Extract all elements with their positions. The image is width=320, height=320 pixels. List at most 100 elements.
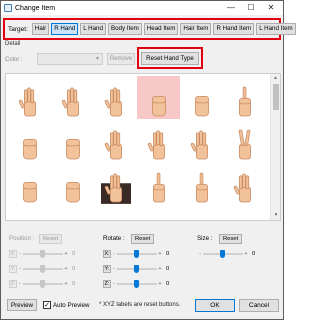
rotate-y-row: Y: - + 0: [103, 264, 169, 274]
target-label: Target:: [8, 25, 28, 33]
rotate-y-value: 0: [166, 266, 170, 272]
slider-knob[interactable]: [134, 265, 139, 273]
position-x-reset[interactable]: X:: [9, 250, 17, 258]
window-controls: — ☐ ✕: [221, 1, 281, 14]
rotate-label: Rotate :: [103, 235, 125, 242]
target-r-hand-item-button[interactable]: R Hand Item: [213, 23, 255, 35]
slider-knob[interactable]: [134, 280, 139, 288]
hand-type-cell[interactable]: [94, 162, 137, 205]
target-hair-button[interactable]: Hair: [31, 23, 50, 35]
hand-type-cell[interactable]: [137, 76, 180, 119]
rotate-x-row: X: - + 0: [103, 249, 169, 259]
hand-type-cell[interactable]: [180, 119, 223, 162]
slider-knob[interactable]: [40, 265, 45, 273]
hand-type-cell[interactable]: [8, 162, 51, 205]
fist-thumb-icon: [65, 181, 80, 203]
position-x-value: 0: [72, 251, 76, 257]
position-x-slider[interactable]: [23, 250, 63, 258]
curled-hand-icon: [194, 95, 209, 117]
xyz-reset-note: * XYZ labels are reset buttons.: [99, 302, 181, 308]
window-title: Change Item: [15, 4, 56, 12]
plus-icon[interactable]: +: [63, 280, 69, 288]
hand-type-cell[interactable]: [223, 76, 266, 119]
position-y-slider[interactable]: [23, 265, 63, 273]
remove-button[interactable]: Remove: [107, 53, 135, 65]
position-reset-button[interactable]: Reset: [39, 234, 63, 244]
hand-type-cell[interactable]: [223, 162, 266, 205]
ok-button[interactable]: OK: [195, 299, 235, 312]
plus-icon[interactable]: +: [157, 265, 163, 273]
target-hair-item-button[interactable]: Hair Item: [180, 23, 212, 35]
rotate-z-row: Z: - + 0: [103, 279, 169, 289]
plus-icon[interactable]: +: [157, 250, 163, 258]
slider-knob[interactable]: [134, 250, 139, 258]
hand-type-cell[interactable]: [137, 119, 180, 162]
hand-type-cell[interactable]: [180, 162, 223, 205]
target-body-item-button[interactable]: Body Item: [107, 23, 142, 35]
auto-preview-checkbox[interactable]: ✓: [43, 301, 51, 309]
scroll-thumb[interactable]: [273, 84, 279, 110]
size-reset-button[interactable]: Reset: [219, 234, 243, 244]
app-icon: [4, 4, 12, 12]
hand-type-cell[interactable]: [51, 119, 94, 162]
preview-button[interactable]: Preview: [7, 299, 37, 311]
hand-type-cell[interactable]: [137, 162, 180, 205]
rotate-x-slider[interactable]: [117, 250, 157, 258]
pinch-up-icon: [152, 172, 165, 203]
hand-type-cell[interactable]: [94, 76, 137, 119]
size-slider[interactable]: [203, 250, 243, 258]
point-hand-icon: [238, 86, 251, 117]
dark-sleeve-hand-icon: [100, 173, 131, 204]
size-row: - + 0: [197, 249, 255, 259]
target-head-item-button[interactable]: Head Item: [143, 23, 179, 35]
hand-type-grid: ▲ ▼: [5, 73, 281, 221]
hand-type-cell[interactable]: [223, 119, 266, 162]
maximize-button[interactable]: ☐: [241, 1, 261, 14]
grid-scrollbar[interactable]: ▲ ▼: [270, 74, 280, 220]
rotate-z-reset[interactable]: Z:: [103, 280, 111, 288]
scroll-down-icon[interactable]: ▼: [271, 211, 280, 220]
pinch-hand-icon: [147, 130, 165, 160]
position-z-reset[interactable]: Z:: [9, 280, 17, 288]
color-dropdown[interactable]: ▾: [37, 53, 103, 65]
size-value: 0: [252, 251, 256, 257]
plus-icon[interactable]: +: [63, 250, 69, 258]
cancel-button[interactable]: Cancel: [239, 299, 279, 312]
rotate-y-reset[interactable]: Y:: [103, 265, 111, 273]
thumb-up-icon: [195, 172, 208, 203]
wave-hand-icon: [190, 130, 208, 160]
minimize-button[interactable]: —: [221, 1, 241, 14]
flat-hand-icon: [18, 87, 36, 117]
hand-type-cell[interactable]: [51, 162, 94, 205]
target-r-hand-button[interactable]: R Hand: [51, 23, 79, 35]
position-y-reset[interactable]: Y:: [9, 265, 17, 273]
reset-hand-type-button[interactable]: Reset Hand Type: [141, 51, 199, 65]
auto-preview-toggle[interactable]: ✓ Auto Preview: [43, 301, 89, 309]
color-label: Color :: [5, 57, 23, 63]
target-l-hand-item-button[interactable]: L Hand Item: [256, 23, 296, 35]
rotate-reset-button[interactable]: Reset: [131, 234, 155, 244]
scroll-up-icon[interactable]: ▲: [271, 74, 280, 83]
position-z-slider[interactable]: [23, 280, 63, 288]
close-button[interactable]: ✕: [261, 1, 281, 14]
target-l-hand-button[interactable]: L Hand: [80, 23, 106, 35]
slider-knob[interactable]: [40, 280, 45, 288]
hand-type-cell[interactable]: [94, 119, 137, 162]
plus-icon[interactable]: +: [63, 265, 69, 273]
plus-icon[interactable]: +: [243, 250, 249, 258]
position-z-value: 0: [72, 281, 76, 287]
hand-type-cell[interactable]: [8, 76, 51, 119]
rotate-z-slider[interactable]: [117, 280, 157, 288]
hand-type-cell[interactable]: [180, 76, 223, 119]
position-label: Position :: [9, 235, 35, 242]
slider-knob[interactable]: [40, 250, 45, 258]
hand-type-cell[interactable]: [8, 119, 51, 162]
rotate-x-reset[interactable]: X:: [103, 250, 111, 258]
rotate-y-slider[interactable]: [117, 265, 157, 273]
detail-label: Detail: [5, 41, 21, 47]
position-x-row: X: - + 0: [9, 249, 75, 259]
plus-icon[interactable]: +: [157, 280, 163, 288]
slider-knob[interactable]: [220, 250, 225, 258]
target-selector: Target: Hair R Hand L Hand Body Item Hea…: [3, 18, 296, 40]
hand-type-cell[interactable]: [51, 76, 94, 119]
